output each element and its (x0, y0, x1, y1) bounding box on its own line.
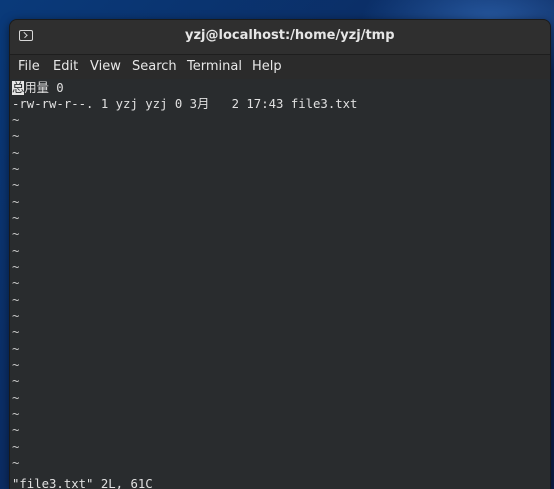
output-line-1: 总用量 0 (12, 80, 64, 96)
prompt-chevron-icon (21, 31, 28, 39)
empty-line-marker: ~ (12, 358, 20, 372)
empty-line-marker: ~ (12, 309, 20, 323)
desktop-background: yzj@localhost:/home/yzj/tmp File Edit Vi… (0, 0, 554, 489)
empty-line-marker: ~ (12, 162, 20, 176)
menu-terminal[interactable]: Terminal (187, 59, 242, 74)
empty-line-marker: ~ (12, 440, 20, 454)
empty-line-marker: ~ (12, 407, 20, 421)
output-line-2: -rw-rw-r--. 1 yzj yzj 0 3月 2 17:43 file3… (12, 97, 358, 111)
text-cursor: 总 (12, 81, 25, 95)
empty-line-marker: ~ (12, 146, 20, 160)
vim-status-line: "file3.txt" 2L, 61C (12, 477, 153, 489)
empty-line-marker: ~ (12, 325, 20, 339)
terminal-window[interactable]: yzj@localhost:/home/yzj/tmp File Edit Vi… (10, 20, 550, 489)
empty-line-marker: ~ (12, 195, 20, 209)
empty-line-marker: ~ (12, 276, 20, 290)
menu-search[interactable]: Search (132, 59, 177, 74)
empty-line-marker: ~ (12, 244, 20, 258)
terminal-icon (19, 30, 33, 41)
menu-view[interactable]: View (90, 59, 121, 74)
menu-edit[interactable]: Edit (53, 59, 78, 74)
empty-line-marker: ~ (12, 374, 20, 388)
terminal-content[interactable]: 总用量 0 -rw-rw-r--. 1 yzj yzj 0 3月 2 17:43… (10, 79, 550, 489)
empty-line-marker: ~ (12, 211, 20, 225)
empty-line-marker: ~ (12, 342, 20, 356)
empty-line-marker: ~ (12, 456, 20, 470)
window-title: yzj@localhost:/home/yzj/tmp (185, 28, 395, 43)
empty-line-marker: ~ (12, 423, 20, 437)
menu-help[interactable]: Help (252, 59, 282, 74)
empty-line-marker: ~ (12, 129, 20, 143)
menu-bar: File Edit View Search Terminal Help (10, 55, 550, 79)
menu-file[interactable]: File (18, 59, 40, 74)
empty-line-marker: ~ (12, 293, 20, 307)
empty-line-marker: ~ (12, 227, 20, 241)
empty-line-marker: ~ (12, 178, 20, 192)
title-bar[interactable]: yzj@localhost:/home/yzj/tmp (10, 20, 550, 55)
output-line-1-text: 用量 0 (24, 81, 64, 95)
empty-line-marker: ~ (12, 260, 20, 274)
empty-line-marker: ~ (12, 391, 20, 405)
empty-line-marker: ~ (12, 113, 20, 127)
